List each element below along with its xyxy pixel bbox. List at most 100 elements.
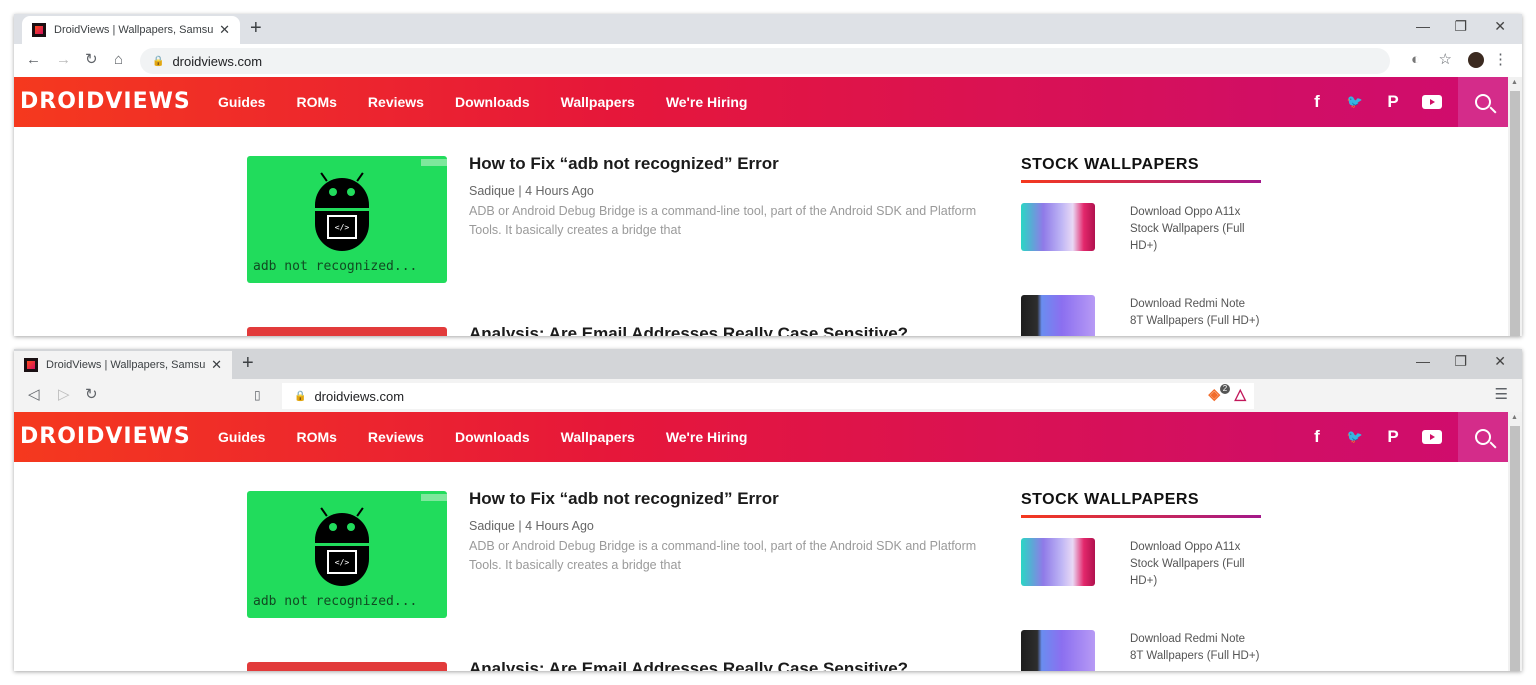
tab-title: DroidViews | Wallpapers, Samsung Ca xyxy=(46,359,206,371)
home-button[interactable]: ⌂ xyxy=(114,52,123,68)
bookmark-icon[interactable]: ▯ xyxy=(254,387,261,403)
forward-button[interactable]: ▷ xyxy=(58,387,70,403)
wallpaper-title[interactable]: Download Redmi Note 8T Wallpapers (Full … xyxy=(1130,631,1260,671)
nav-hiring[interactable]: We're Hiring xyxy=(666,94,748,110)
wallpaper-thumbnail[interactable] xyxy=(1021,295,1095,336)
post-thumbnail-2[interactable] xyxy=(247,327,447,336)
page-scrollbar[interactable]: ▲ xyxy=(1508,77,1522,336)
social-links: f 🐦 P xyxy=(1288,77,1442,127)
restore-button[interactable]: ❐ xyxy=(1454,18,1467,35)
post-thumbnail-2[interactable] xyxy=(247,662,447,671)
bookmark-star-icon[interactable]: ☆ xyxy=(1439,52,1452,68)
extension-icon[interactable]: ◐ xyxy=(1411,52,1420,68)
tab-close-icon[interactable]: ✕ xyxy=(219,22,230,38)
wallpaper-item[interactable]: Download Oppo A11x Stock Wallpapers (Ful… xyxy=(1021,203,1261,255)
site-search-button[interactable] xyxy=(1458,412,1508,462)
nav-downloads[interactable]: Downloads xyxy=(455,94,530,110)
post-excerpt: ADB or Android Debug Bridge is a command… xyxy=(469,204,977,237)
stock-wallpapers-widget: STOCK WALLPAPERS Download Oppo A11x Stoc… xyxy=(1021,491,1261,671)
nav-reviews[interactable]: Reviews xyxy=(368,429,424,445)
back-button[interactable]: ← xyxy=(26,52,41,68)
code-window-icon: </> xyxy=(327,215,357,239)
wallpaper-thumbnail[interactable] xyxy=(1021,630,1095,671)
post-thumbnail[interactable]: </> adb not recognized... xyxy=(247,491,447,618)
twitter-icon[interactable]: 🐦 xyxy=(1346,429,1364,445)
reload-button[interactable]: ↻ xyxy=(85,52,98,68)
address-bar[interactable]: 🔒 droidviews.com xyxy=(282,383,1254,409)
heading-underline xyxy=(1021,180,1261,183)
pinterest-icon[interactable]: P xyxy=(1384,427,1402,447)
back-button[interactable]: ◁ xyxy=(28,387,40,403)
profile-avatar[interactable] xyxy=(1468,52,1484,68)
reload-button[interactable]: ↻ xyxy=(85,387,98,403)
twitter-icon[interactable]: 🐦 xyxy=(1346,94,1364,110)
post-title-2[interactable]: Analysis: Are Email Addresses Really Cas… xyxy=(469,324,908,336)
thumbnail-watermark xyxy=(421,159,447,166)
nav-roms[interactable]: ROMs xyxy=(296,429,336,445)
nav-guides[interactable]: Guides xyxy=(218,429,265,445)
nav-downloads[interactable]: Downloads xyxy=(455,429,530,445)
wallpaper-title[interactable]: Download Redmi Note 8T Wallpapers (Full … xyxy=(1130,296,1260,336)
url-text[interactable]: droidviews.com xyxy=(172,54,262,69)
browser-tab[interactable]: DroidViews | Wallpapers, Samsung Ca ✕ xyxy=(14,351,232,379)
browser-toolbar: ← → ↻ ⌂ 🔒 droidviews.com ◐ ☆ ⋮ xyxy=(14,44,1522,77)
page-content: </> adb not recognized... How to Fix “ad… xyxy=(14,127,1508,336)
minimize-button[interactable]: — xyxy=(1416,18,1430,34)
nav-guides[interactable]: Guides xyxy=(218,94,265,110)
minimize-button[interactable]: — xyxy=(1416,353,1430,369)
url-text[interactable]: droidviews.com xyxy=(314,389,404,404)
brave-shields-icon[interactable]: ◈ xyxy=(1208,387,1220,403)
tab-strip: DroidViews | Wallpapers, Samsung Ca ✕ + … xyxy=(14,349,1522,379)
heading-underline xyxy=(1021,515,1261,518)
droidviews-favicon-icon xyxy=(24,358,38,372)
scrollbar-thumb[interactable] xyxy=(1510,426,1520,671)
brave-window: DroidViews | Wallpapers, Samsung Ca ✕ + … xyxy=(14,349,1522,671)
scroll-up-icon[interactable]: ▲ xyxy=(1511,79,1518,86)
nav-hiring[interactable]: We're Hiring xyxy=(666,429,748,445)
new-tab-button[interactable]: + xyxy=(250,18,262,38)
pinterest-icon[interactable]: P xyxy=(1384,92,1402,112)
wallpaper-thumbnail[interactable] xyxy=(1021,538,1095,586)
post-thumbnail[interactable]: </> adb not recognized... xyxy=(247,156,447,283)
wallpaper-title[interactable]: Download Oppo A11x Stock Wallpapers (Ful… xyxy=(1130,204,1260,255)
facebook-icon[interactable]: f xyxy=(1308,427,1326,447)
chrome-menu-icon[interactable]: ⋮ xyxy=(1493,52,1508,68)
post-title[interactable]: How to Fix “adb not recognized” Error xyxy=(469,154,989,174)
nav-reviews[interactable]: Reviews xyxy=(368,94,424,110)
wallpaper-title[interactable]: Download Oppo A11x Stock Wallpapers (Ful… xyxy=(1130,539,1260,590)
brave-rewards-icon[interactable]: △ xyxy=(1234,387,1246,403)
forward-button[interactable]: → xyxy=(56,52,71,68)
youtube-icon[interactable] xyxy=(1422,430,1442,444)
nav-roms[interactable]: ROMs xyxy=(296,94,336,110)
site-search-button[interactable] xyxy=(1458,77,1508,127)
youtube-icon[interactable] xyxy=(1422,95,1442,109)
site-logo[interactable]: DROIDVIEWS xyxy=(20,424,191,449)
restore-button[interactable]: ❐ xyxy=(1454,353,1467,370)
page-scrollbar[interactable]: ▲ xyxy=(1508,412,1522,671)
stock-wallpapers-widget: STOCK WALLPAPERS Download Oppo A11x Stoc… xyxy=(1021,156,1261,336)
wallpaper-item[interactable]: Download Redmi Note 8T Wallpapers (Full … xyxy=(1021,630,1261,671)
scrollbar-thumb[interactable] xyxy=(1510,91,1520,336)
wallpaper-item[interactable]: Download Oppo A11x Stock Wallpapers (Ful… xyxy=(1021,538,1261,590)
scroll-up-icon[interactable]: ▲ xyxy=(1511,414,1518,421)
wallpaper-item[interactable]: Download Redmi Note 8T Wallpapers (Full … xyxy=(1021,295,1261,336)
post-title-2[interactable]: Analysis: Are Email Addresses Really Cas… xyxy=(469,659,908,671)
tab-close-icon[interactable]: ✕ xyxy=(211,357,222,373)
brave-menu-icon[interactable]: ☰ xyxy=(1495,387,1508,403)
address-bar[interactable]: 🔒 droidviews.com xyxy=(140,48,1390,74)
site-logo[interactable]: DROIDVIEWS xyxy=(20,89,191,114)
wallpaper-thumbnail[interactable] xyxy=(1021,203,1095,251)
tab-strip: DroidViews | Wallpapers, Samsung Ca ✕ + … xyxy=(14,14,1522,44)
main-nav: Guides ROMs Reviews Downloads Wallpapers… xyxy=(218,77,778,127)
close-window-button[interactable]: ✕ xyxy=(1494,18,1506,35)
android-body: </> xyxy=(315,211,369,251)
close-window-button[interactable]: ✕ xyxy=(1494,353,1506,370)
nav-wallpapers[interactable]: Wallpapers xyxy=(561,429,635,445)
new-tab-button[interactable]: + xyxy=(242,353,254,373)
facebook-icon[interactable]: f xyxy=(1308,92,1326,112)
browser-tab[interactable]: DroidViews | Wallpapers, Samsung Ca ✕ xyxy=(22,16,240,44)
android-antenna-icon xyxy=(320,172,328,182)
post-title[interactable]: How to Fix “adb not recognized” Error xyxy=(469,489,989,509)
android-antenna-icon xyxy=(320,507,328,517)
nav-wallpapers[interactable]: Wallpapers xyxy=(561,94,635,110)
